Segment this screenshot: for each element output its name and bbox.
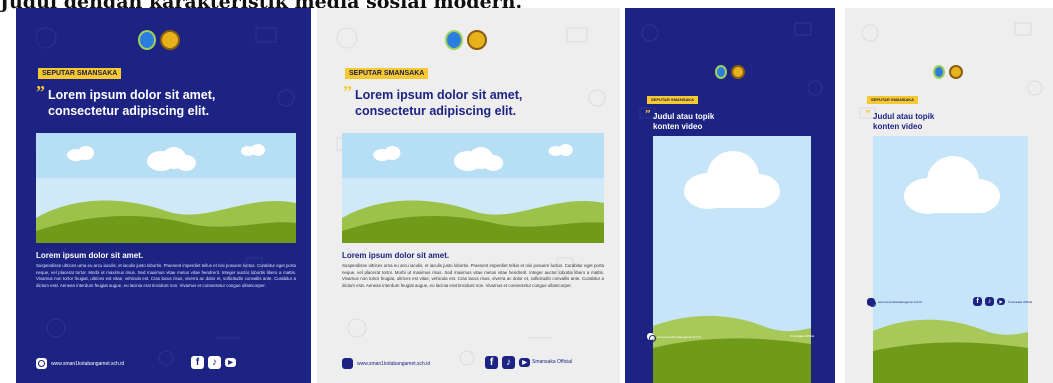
globe-icon	[342, 358, 353, 369]
headline-line-2: konten video	[873, 122, 923, 131]
youtube-icon[interactable]: ▶	[997, 298, 1005, 305]
quote-mark: ”	[343, 82, 352, 102]
account-name: Smansaka Official	[790, 334, 815, 338]
school-emblem-icon	[467, 30, 487, 50]
social-icons: f ♪ ▶	[191, 356, 236, 369]
website-footer: www.sman1kotabangamet.sch.id	[647, 333, 701, 342]
body-paragraph: Suspendisse ultrices urna eu arcu iaculi…	[342, 263, 604, 288]
quote-mark: ”	[36, 82, 45, 102]
social-icons: f ♪ ▶	[485, 356, 530, 369]
landscape-illustration	[342, 133, 604, 243]
school-logos	[715, 65, 745, 79]
category-tag: SEPUTAR SMANSAKA	[867, 96, 919, 104]
globe-icon	[647, 333, 656, 342]
headline-line-1: Judul atau topik	[873, 112, 935, 121]
tiktok-icon[interactable]: ♪	[985, 297, 994, 306]
globe-icon	[867, 298, 876, 307]
facebook-icon[interactable]: f	[973, 297, 982, 306]
website-footer: www.sman1kotabangamet.sch.id	[342, 358, 430, 369]
account-name: Smansaka Official	[532, 359, 573, 365]
category-tag: SEPUTAR SMANSAKA	[38, 68, 122, 79]
website-url[interactable]: www.sman1kotabangamet.sch.id	[51, 361, 124, 367]
story-design-light: SEPUTAR SMANSAKA ” Judul atau topik kont…	[845, 8, 1053, 383]
video-placeholder-illustration	[653, 136, 811, 383]
post-headline: Lorem ipsum dolor sit amet, consectetur …	[48, 88, 215, 119]
tiktok-icon[interactable]: ♪	[208, 356, 221, 369]
website-url[interactable]: www.sman1kotabangamet.sch.id	[878, 300, 922, 304]
post-design-light: SEPUTAR SMANSAKA ” Lorem ipsum dolor sit…	[317, 8, 620, 383]
story-design-blue: SEPUTAR SMANSAKA ” Judul atau topik kont…	[625, 8, 835, 383]
category-tag: SEPUTAR SMANSAKA	[647, 96, 699, 104]
body-title: Lorem ipsum dolor sit amet.	[36, 251, 144, 260]
body-paragraph: Suspendisse ultrices urna eu arcu iaculi…	[36, 263, 296, 288]
province-logo-icon	[715, 65, 727, 79]
social-icons: f ♪ ▶	[973, 297, 1005, 306]
story-headline: Judul atau topik konten video	[873, 112, 934, 132]
website-url[interactable]: www.sman1kotabangamet.sch.id	[657, 335, 701, 339]
province-logo-icon	[445, 30, 463, 50]
school-logos	[138, 30, 180, 50]
school-emblem-icon	[731, 65, 745, 79]
quote-mark: ”	[865, 108, 871, 120]
headline-line-1: Lorem ipsum dolor sit amet,	[355, 88, 523, 102]
video-placeholder-illustration	[873, 136, 1028, 383]
province-logo-icon	[138, 30, 156, 50]
post-design-blue: SEPUTAR SMANSAKA ” Lorem ipsum dolor sit…	[16, 8, 311, 383]
youtube-icon[interactable]: ▶	[519, 358, 530, 367]
school-emblem-icon	[160, 30, 180, 50]
quote-mark: ”	[645, 108, 651, 120]
province-logo-icon	[933, 65, 945, 79]
school-logos	[933, 65, 963, 79]
facebook-icon[interactable]: f	[485, 356, 498, 369]
website-url[interactable]: www.sman1kotabangamet.sch.id	[357, 361, 430, 367]
youtube-icon[interactable]: ▶	[225, 358, 236, 367]
story-headline: Judul atau topik konten video	[653, 112, 714, 132]
post-headline: Lorem ipsum dolor sit amet, consectetur …	[355, 88, 522, 119]
facebook-icon[interactable]: f	[191, 356, 204, 369]
tiktok-icon[interactable]: ♪	[502, 356, 515, 369]
website-footer: www.sman1kotabangamet.sch.id	[36, 358, 124, 369]
headline-line-1: Judul atau topik	[653, 112, 715, 121]
landscape-illustration	[36, 133, 296, 243]
category-tag: SEPUTAR SMANSAKA	[345, 68, 429, 79]
school-emblem-icon	[949, 65, 963, 79]
account-name: Smansaka Official	[1008, 300, 1033, 304]
website-footer: www.sman1kotabangamet.sch.id	[867, 298, 922, 307]
school-logos	[445, 30, 487, 50]
headline-line-2: konten video	[653, 122, 703, 131]
body-title: Lorem ipsum dolor sit amet.	[342, 251, 450, 260]
headline-line-1: Lorem ipsum dolor sit amet,	[48, 88, 216, 102]
headline-line-2: consectetur adipiscing elit.	[355, 103, 517, 118]
headline-line-2: consectetur adipiscing elit.	[48, 103, 210, 118]
globe-icon	[36, 358, 47, 369]
